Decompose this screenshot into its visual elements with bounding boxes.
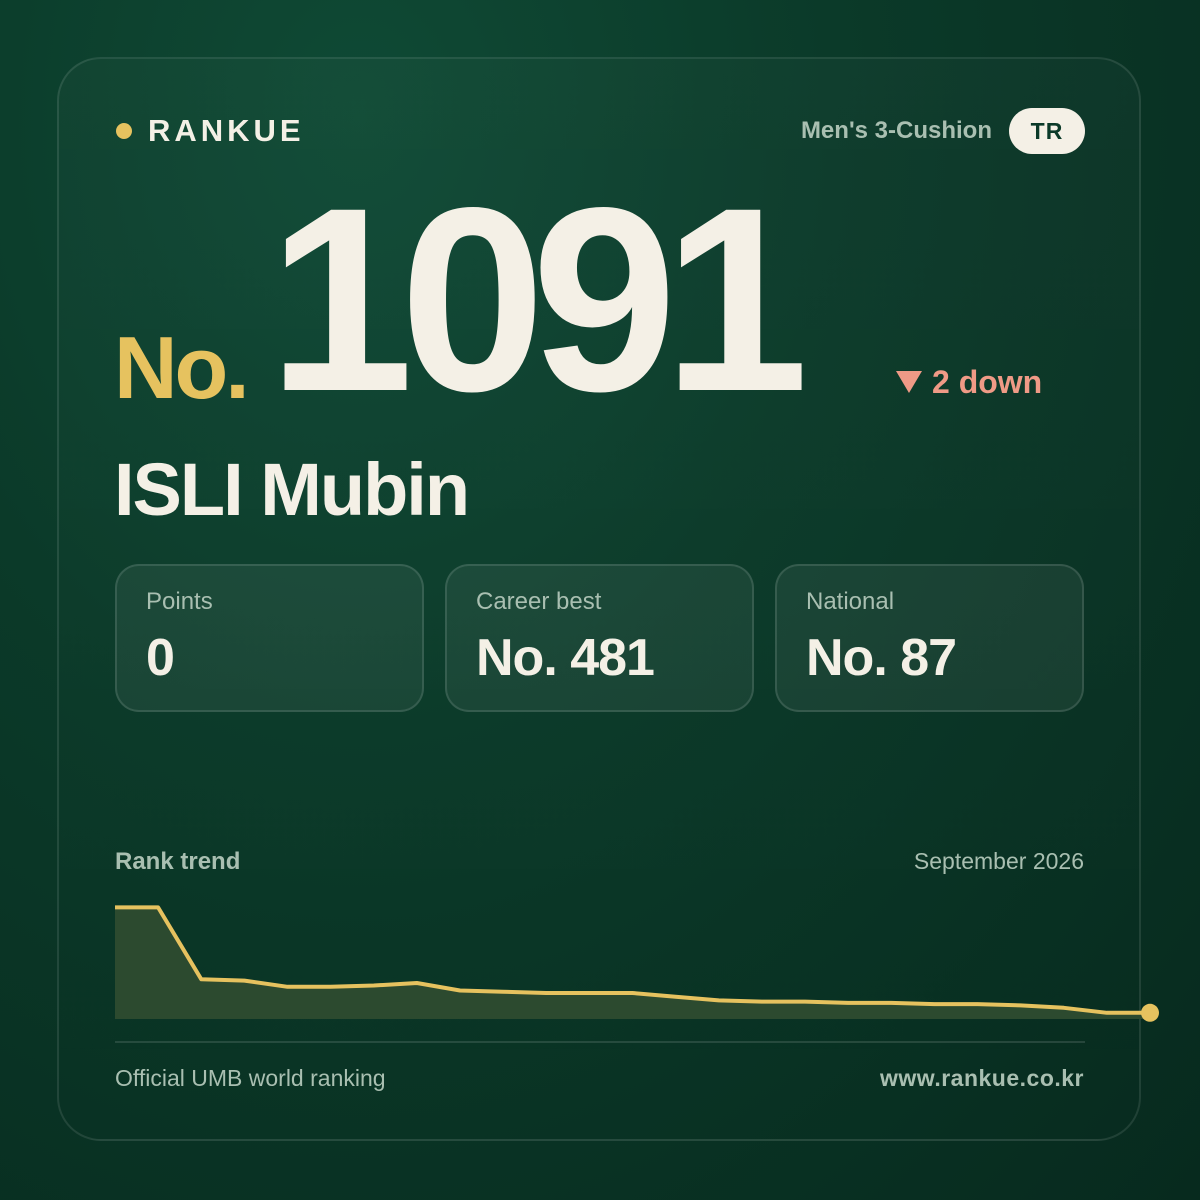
trend-title: Rank trend	[115, 848, 241, 875]
stat-label: Points	[146, 588, 213, 615]
rank-number: 1091	[268, 153, 809, 446]
category-label: Men's 3-Cushion	[800, 117, 992, 144]
divider	[115, 1041, 1085, 1043]
trend-current-point	[1141, 1003, 1159, 1022]
stat-value: No. 481	[476, 629, 655, 687]
stat-label: National	[806, 588, 895, 615]
trend-month: September 2026	[913, 848, 1084, 874]
stat-value: No. 87	[806, 629, 957, 687]
brand-dot-icon	[116, 123, 132, 139]
trend-area	[115, 907, 1150, 1019]
stat-card-career-best: Career best No. 481	[445, 564, 754, 712]
footer-source: Official UMB world ranking	[115, 1065, 386, 1091]
rank-trend-chart	[115, 905, 1159, 1022]
brand-name: RANKUE	[148, 113, 305, 148]
rank-change: 2 down	[896, 360, 1042, 404]
rank-change-label: 2 down	[932, 363, 1043, 400]
stat-card-points: Points 0	[115, 564, 424, 712]
player-name: ISLI Mubin	[114, 448, 470, 531]
rank-prefix: No.	[114, 318, 250, 417]
stat-label: Career best	[476, 588, 602, 615]
stat-card-national: National No. 87	[775, 564, 1084, 712]
country-badge: TR	[1009, 108, 1085, 154]
footer-url: www.rankue.co.kr	[880, 1065, 1084, 1091]
stat-value: 0	[146, 629, 175, 687]
triangle-down-icon	[896, 371, 922, 393]
brand: RANKUE	[116, 110, 305, 152]
